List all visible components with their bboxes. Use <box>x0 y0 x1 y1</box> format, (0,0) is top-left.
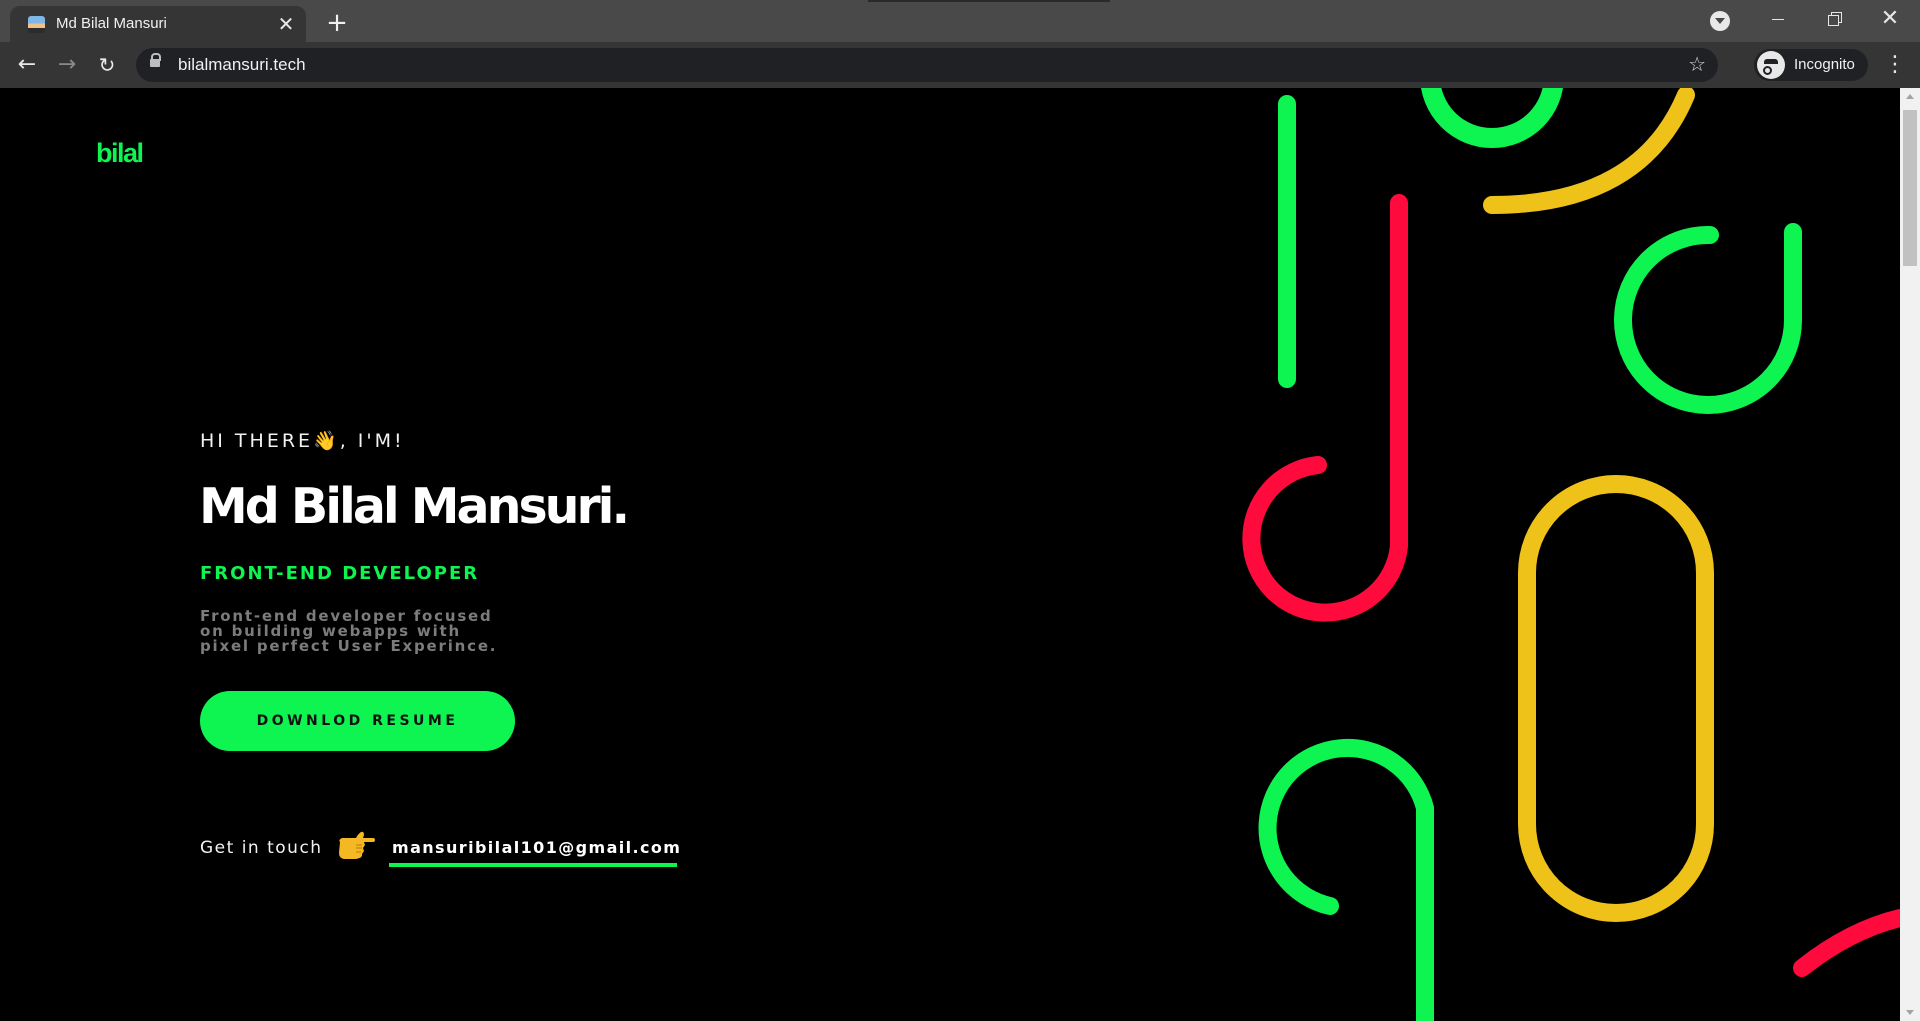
deco-green-loop <box>1614 223 1802 414</box>
get-in-touch-label: Get in touch <box>200 838 323 858</box>
page-scrollbar[interactable] <box>1900 88 1920 1021</box>
hero-description-line: pixel perfect User Experince. <box>200 637 498 655</box>
address-url[interactable]: bilalmansuri.tech <box>178 55 306 75</box>
avatar-favicon-icon <box>28 16 45 33</box>
hero-description: Front-end developer focused on building … <box>200 609 520 654</box>
deco-yellow-top-arc <box>1483 88 1695 214</box>
browser-toolbar: ← → ↻ bilalmansuri.tech ☆ Incognito ⋮ <box>0 42 1920 88</box>
close-window-button[interactable]: ✕ <box>1862 0 1918 38</box>
scroll-down-arrow-icon[interactable] <box>1906 1010 1914 1015</box>
download-resume-button[interactable]: DOWNLOD RESUME <box>200 691 515 751</box>
email-underline <box>389 863 677 867</box>
pointing-hand-icon <box>339 831 375 859</box>
forward-arrow-icon[interactable]: → <box>51 49 83 81</box>
deco-red-hook <box>1242 194 1408 622</box>
browser-menu-icon[interactable]: ⋮ <box>1880 50 1910 80</box>
minimize-button[interactable] <box>1750 0 1806 38</box>
incognito-profile-button[interactable]: Incognito <box>1754 49 1868 81</box>
lock-icon[interactable] <box>150 53 161 67</box>
incognito-icon <box>1757 51 1785 79</box>
tab-title: Md Bilal Mansuri <box>56 15 167 32</box>
bookmark-star-icon[interactable]: ☆ <box>1688 52 1706 76</box>
email-link[interactable]: mansuribilal101@gmail.com <box>392 838 681 863</box>
restore-button[interactable] <box>1806 0 1862 38</box>
address-bar[interactable]: bilalmansuri.tech ☆ <box>136 48 1718 82</box>
hero-role: FRONT-END DEVELOPER <box>200 563 480 584</box>
hero-name: Md Bilal Mansuri. <box>199 478 630 535</box>
scrollbar-thumb[interactable] <box>1903 110 1917 266</box>
deco-red-bottom-arc <box>1793 909 1900 977</box>
deco-green-bottom-hook <box>1258 738 1434 1021</box>
decorative-stroke-art <box>1242 88 1900 1021</box>
deco-green-top-arc <box>1421 88 1563 148</box>
window-drag-indicator <box>868 0 1110 2</box>
site-logo[interactable]: bilal <box>96 138 144 169</box>
incognito-label: Incognito <box>1794 56 1855 73</box>
hero-greeting: HI THERE👋, I'M! <box>200 430 405 452</box>
scroll-up-arrow-icon[interactable] <box>1906 94 1914 99</box>
back-arrow-icon[interactable]: ← <box>11 49 43 81</box>
reload-icon[interactable]: ↻ <box>91 49 123 81</box>
new-tab-button[interactable]: + <box>322 8 352 38</box>
deco-yellow-pill <box>1518 475 1714 922</box>
tab-active[interactable]: Md Bilal Mansuri ✕ <box>10 6 306 42</box>
browser-window: Md Bilal Mansuri ✕ + ✕ ← → ↻ bilalmansur… <box>0 0 1920 1021</box>
page-viewport: bilal HI THERE👋, I'M! Md Bilal Mansuri. … <box>0 88 1900 1021</box>
tab-close-icon[interactable]: ✕ <box>274 12 298 36</box>
tab-strip: Md Bilal Mansuri ✕ + ✕ <box>0 0 1920 42</box>
tab-search-icon[interactable] <box>1710 11 1730 31</box>
